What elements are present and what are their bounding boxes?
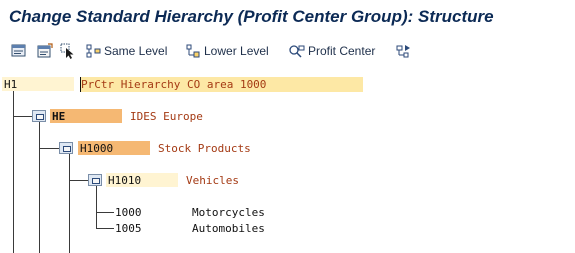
profit-center-button[interactable]: Profit Center (288, 42, 375, 60)
folder-toggle-icon[interactable] (88, 174, 102, 186)
title-bar: Change Standard Hierarchy (Profit Center… (0, 0, 575, 36)
lower-level-icon (186, 44, 200, 58)
profit-center-icon (289, 45, 305, 58)
tree-connector (13, 89, 14, 253)
leaf-node-description[interactable]: Motorcycles (192, 206, 265, 219)
toolbar: Same Level Lower Level Profit Center (0, 37, 575, 65)
select-cursor-icon[interactable] (60, 43, 76, 59)
leaf-node-code[interactable]: 1005 (115, 222, 142, 235)
leaf-node-description[interactable]: Automobiles (192, 222, 265, 235)
other-hierarchy-icon[interactable] (37, 43, 53, 59)
page-title: Change Standard Hierarchy (Profit Center… (9, 7, 494, 26)
tree-connector (69, 153, 70, 253)
tree-connector (13, 116, 32, 117)
profit-center-label: Profit Center (308, 44, 376, 58)
tree-connector (39, 121, 40, 253)
level3-node-code[interactable]: H1010 (108, 174, 141, 187)
same-level-label: Same Level (104, 44, 168, 58)
leaf-node-code[interactable]: 1000 (115, 206, 142, 219)
level3-node-description[interactable]: Vehicles (186, 174, 239, 187)
tree-connector (96, 228, 114, 229)
expand-structure-icon[interactable] (396, 43, 412, 59)
folder-toggle-icon[interactable] (59, 142, 73, 154)
same-level-button[interactable]: Same Level (86, 42, 167, 60)
root-node-code[interactable]: H1 (4, 78, 17, 91)
same-level-icon (86, 44, 101, 58)
folder-toggle-icon[interactable] (32, 110, 46, 122)
level2-node-description[interactable]: Stock Products (158, 142, 251, 155)
tree-connector (69, 180, 88, 181)
display-change-icon[interactable] (11, 43, 27, 59)
root-node-description[interactable]: PrCtr Hierarchy CO area 1000 (81, 78, 266, 91)
tree-connector (39, 148, 59, 149)
lower-level-label: Lower Level (204, 44, 269, 58)
level1-node-code[interactable]: HE (52, 110, 65, 123)
tree-connector (96, 212, 114, 213)
level2-node-code[interactable]: H1000 (80, 142, 113, 155)
hierarchy-tree: H1 PrCtr Hierarchy CO area 1000 HE IDES … (0, 66, 575, 253)
lower-level-button[interactable]: Lower Level (186, 42, 269, 60)
level1-node-description[interactable]: IDES Europe (130, 110, 203, 123)
tree-connector (96, 185, 97, 229)
